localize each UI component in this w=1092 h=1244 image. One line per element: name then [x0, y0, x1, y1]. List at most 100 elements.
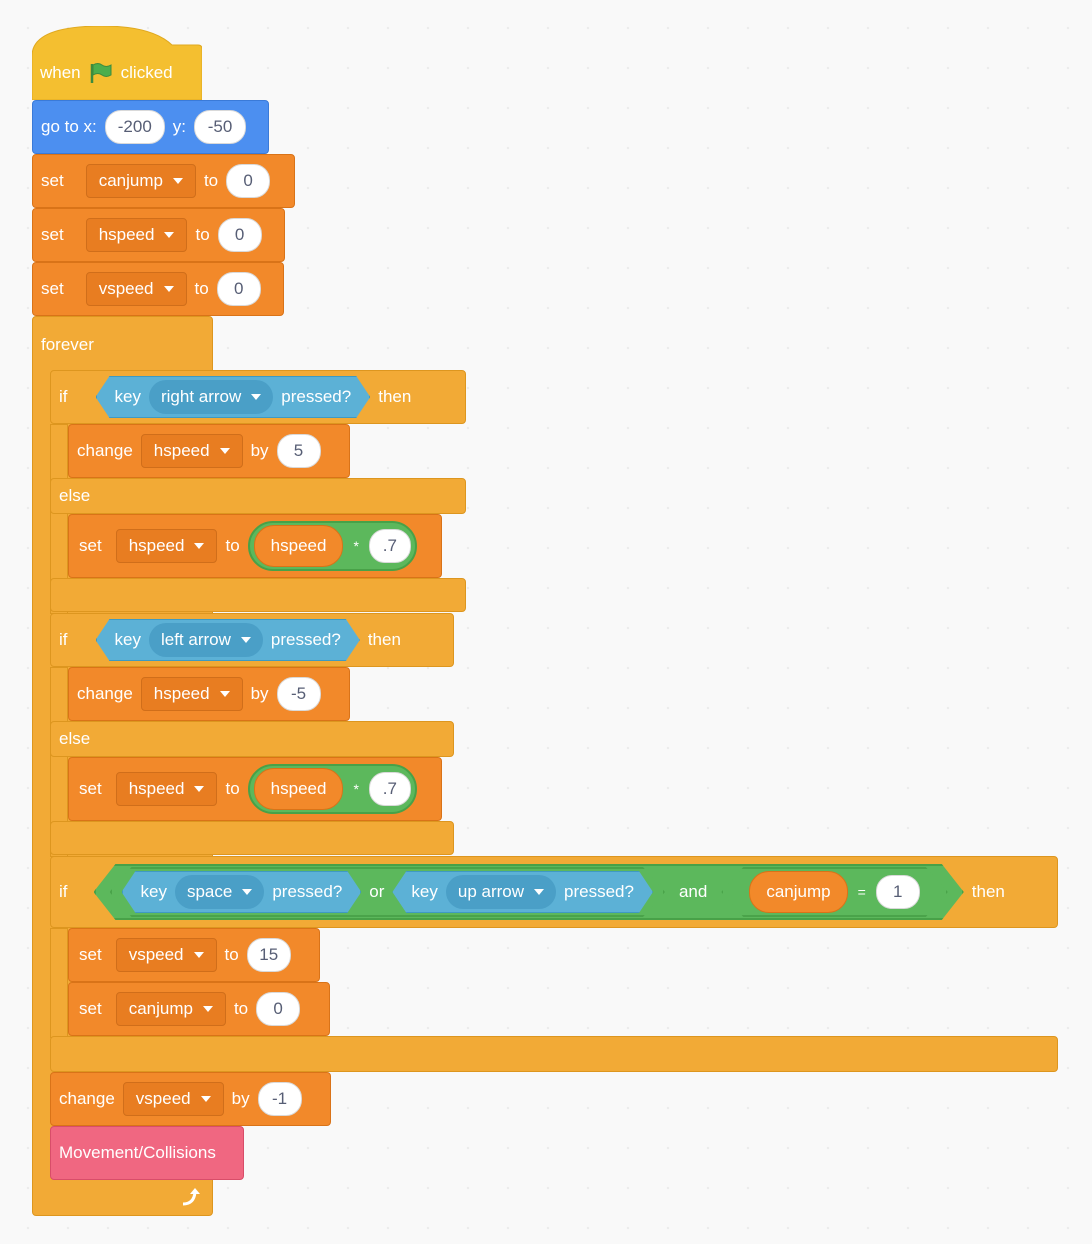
- variable-dropdown[interactable]: hspeed: [140, 677, 243, 711]
- forever-label: forever: [41, 335, 94, 354]
- value-input[interactable]: 0: [217, 218, 262, 252]
- variable-dropdown[interactable]: hspeed: [115, 529, 218, 563]
- variable-reporter[interactable]: hspeed: [253, 768, 344, 810]
- variable-dropdown[interactable]: vspeed: [115, 938, 217, 972]
- y-input[interactable]: -50: [194, 110, 246, 144]
- key-dropdown[interactable]: left arrow: [149, 623, 263, 657]
- pressed-label: pressed?: [270, 630, 341, 649]
- if-else-block[interactable]: if key right arrow pressed? then: [50, 370, 466, 424]
- caret-down-icon: [534, 889, 544, 895]
- value-input[interactable]: .7: [368, 772, 411, 806]
- else-bar: else: [50, 478, 466, 514]
- set-variable-block[interactable]: set canjump to 0: [68, 982, 330, 1036]
- set-variable-block[interactable]: set vspeed to 0: [32, 262, 284, 316]
- custom-block-movement-collisions[interactable]: Movement/Collisions: [50, 1126, 244, 1180]
- change-variable-block[interactable]: change hspeed by -5: [68, 667, 350, 721]
- key-name: right arrow: [160, 387, 242, 406]
- caret-down-icon: [194, 786, 205, 792]
- if-bottom: [50, 1036, 1058, 1072]
- variable-name: vspeed: [128, 945, 184, 964]
- if-else-block[interactable]: if key left arrow pressed? then: [50, 613, 454, 667]
- multiply-operator[interactable]: hspeed * .7: [247, 764, 417, 814]
- variable-reporter[interactable]: canjump: [749, 871, 847, 913]
- caret-down-icon: [251, 394, 261, 400]
- change-variable-block[interactable]: change vspeed by -1: [50, 1072, 331, 1126]
- set-variable-block[interactable]: set canjump to 0: [32, 154, 295, 208]
- value-input[interactable]: 0: [256, 992, 301, 1026]
- value-input[interactable]: 0: [216, 272, 261, 306]
- value-input[interactable]: 1: [876, 875, 920, 909]
- if-label: if: [59, 882, 68, 901]
- caret-down-icon: [163, 286, 174, 292]
- change-label: change: [77, 441, 133, 460]
- caret-down-icon: [242, 889, 252, 895]
- key-name: left arrow: [160, 630, 231, 649]
- key-label: key: [140, 882, 167, 901]
- loop-arrow-icon: [182, 1188, 200, 1206]
- change-label: change: [77, 684, 133, 703]
- set-label: set: [79, 536, 102, 555]
- variable-dropdown[interactable]: vspeed: [85, 272, 187, 306]
- when-flag-clicked-block[interactable]: when clicked: [32, 46, 202, 100]
- variable-name: vspeed: [135, 1089, 191, 1108]
- if-block[interactable]: if key space pressed? or key up arrow pr…: [50, 856, 1058, 928]
- variable-reporter[interactable]: hspeed: [253, 525, 344, 567]
- set-variable-block[interactable]: set hspeed to hspeed * .7: [68, 757, 442, 821]
- multiply-sign: *: [353, 781, 359, 797]
- and-label: and: [678, 882, 708, 901]
- pressed-label: pressed?: [272, 882, 343, 901]
- multiply-operator[interactable]: hspeed * .7: [247, 521, 417, 571]
- value-input[interactable]: 15: [246, 938, 291, 972]
- set-variable-block[interactable]: set hspeed to 0: [32, 208, 285, 262]
- go-to-xy-block[interactable]: go to x: -200 y: -50: [32, 100, 269, 154]
- by-label: by: [250, 684, 269, 703]
- caret-down-icon: [172, 178, 183, 184]
- then-label: then: [367, 630, 401, 649]
- key-pressed-sensing[interactable]: key left arrow pressed?: [96, 619, 360, 661]
- variable-name: canjump: [128, 999, 193, 1018]
- value-input[interactable]: 5: [276, 434, 321, 468]
- if-else-bottom: [50, 578, 466, 612]
- custom-block-label: Movement/Collisions: [59, 1143, 216, 1162]
- key-pressed-sensing[interactable]: key up arrow pressed?: [392, 871, 653, 913]
- variable-dropdown[interactable]: hspeed: [85, 218, 188, 252]
- value-input[interactable]: 0: [226, 164, 271, 198]
- then-label: then: [378, 387, 412, 406]
- go-to-label: go to x:: [41, 117, 97, 136]
- key-dropdown[interactable]: right arrow: [149, 380, 273, 414]
- variable-dropdown[interactable]: canjump: [85, 164, 196, 198]
- x-input[interactable]: -200: [104, 110, 165, 144]
- else-label: else: [59, 486, 91, 505]
- or-operator[interactable]: key space pressed? or key up arrow press…: [110, 867, 665, 917]
- key-dropdown[interactable]: space: [175, 875, 264, 909]
- set-label: set: [41, 279, 64, 298]
- set-label: set: [79, 945, 102, 964]
- equals-operator[interactable]: canjump = 1: [721, 867, 947, 917]
- to-label: to: [224, 945, 239, 964]
- variable-dropdown[interactable]: hspeed: [115, 772, 218, 806]
- variable-dropdown[interactable]: vspeed: [122, 1082, 224, 1116]
- change-variable-block[interactable]: change hspeed by 5: [68, 424, 350, 478]
- set-variable-block[interactable]: set vspeed to 15: [68, 928, 320, 982]
- variable-name: hspeed: [98, 225, 155, 244]
- variable-name: vspeed: [98, 279, 154, 298]
- set-label: set: [41, 171, 64, 190]
- set-label: set: [41, 225, 64, 244]
- set-variable-block[interactable]: set hspeed to hspeed * .7: [68, 514, 442, 578]
- key-pressed-sensing[interactable]: key space pressed?: [122, 871, 362, 913]
- value-input[interactable]: -1: [257, 1082, 302, 1116]
- pressed-label: pressed?: [564, 882, 634, 901]
- and-operator[interactable]: key space pressed? or key up arrow press…: [94, 864, 964, 920]
- to-label: to: [225, 536, 240, 555]
- caret-down-icon: [164, 232, 175, 238]
- key-dropdown[interactable]: up arrow: [446, 875, 556, 909]
- if-label: if: [59, 387, 68, 406]
- value-input[interactable]: .7: [368, 529, 411, 563]
- key-pressed-sensing[interactable]: key right arrow pressed?: [96, 376, 371, 418]
- set-label: set: [79, 999, 102, 1018]
- variable-name: hspeed: [153, 684, 210, 703]
- value-input[interactable]: -5: [276, 677, 321, 711]
- variable-dropdown[interactable]: hspeed: [140, 434, 243, 468]
- caret-down-icon: [219, 448, 230, 454]
- variable-dropdown[interactable]: canjump: [115, 992, 226, 1026]
